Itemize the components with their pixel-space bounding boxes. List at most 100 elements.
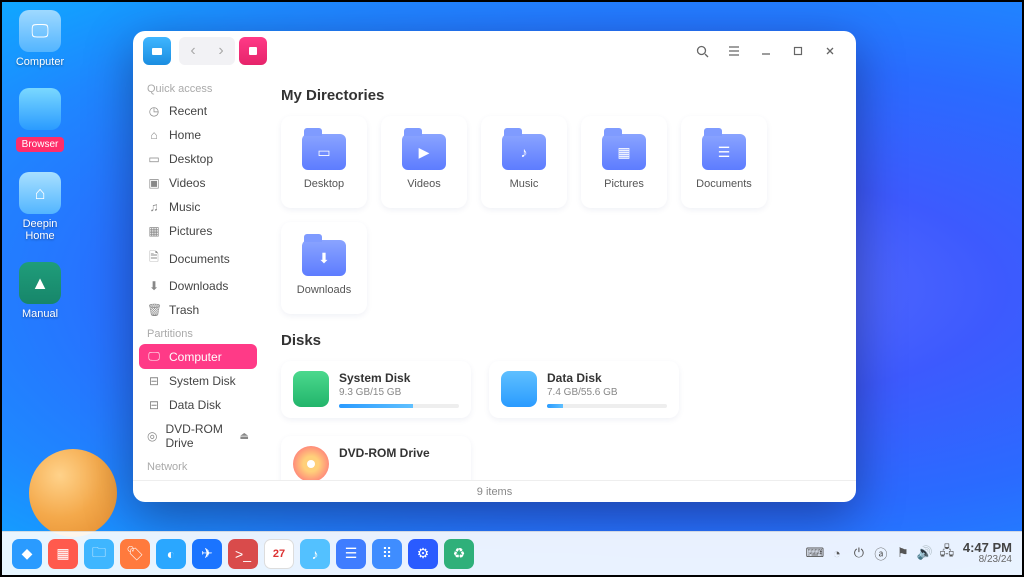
clock-date: 8/23/24	[963, 555, 1012, 566]
taskbar: ◆▦🗀🏷◐✈>_27♪☰⠿⚙♻ ⌨ ◔ ⏻ ⓐ ⚑ 🔊 🖧 4:47 PM 8/23/24	[2, 531, 1022, 575]
notify-icon[interactable]: ⚑	[895, 545, 911, 561]
close-button[interactable]	[814, 35, 846, 67]
main-content: My Directories ▭Desktop▶Videos♪Music▦Pic…	[263, 71, 856, 480]
data-disk-icon: ⊟	[147, 398, 161, 412]
sidebar-item-pictures[interactable]: ▦Pictures	[139, 219, 257, 243]
keyboard-icon[interactable]: ⌨	[807, 545, 823, 561]
accessibility-icon[interactable]: ⓐ	[873, 545, 889, 561]
dir-card-videos[interactable]: ▶Videos	[381, 116, 467, 208]
folder-icon: ▭	[302, 134, 346, 170]
taskbar-app-browser[interactable]: ◐	[156, 539, 186, 569]
maximize-button[interactable]	[782, 35, 814, 67]
network-icon[interactable]: 🖧	[939, 545, 955, 561]
sidebar-item-label: Videos	[169, 176, 205, 190]
section-header-disks: Disks	[281, 332, 838, 349]
disk-label: Data Disk	[547, 371, 667, 385]
sidebar-item-videos[interactable]: ▣ Videos	[139, 171, 257, 195]
back-button[interactable]: ‹	[179, 37, 207, 65]
taskbar-app-launcher[interactable]: ◆	[12, 539, 42, 569]
taskbar-app-recycle[interactable]: ♻	[444, 539, 474, 569]
sidebar-item-music[interactable]: ♫ Music	[139, 195, 257, 219]
desktop-icon-browser[interactable]: Browser	[8, 88, 72, 152]
dir-card-desktop[interactable]: ▭Desktop	[281, 116, 367, 208]
app-icon[interactable]	[143, 37, 171, 65]
clock-icon[interactable]: ◔	[829, 545, 845, 561]
taskbar-app-apps[interactable]: ⠿	[372, 539, 402, 569]
computer-icon: 🖵	[19, 10, 61, 52]
disk-size: 7.4 GB/55.6 GB	[547, 387, 667, 398]
dir-label: Documents	[696, 178, 752, 190]
taskbar-app-multitask[interactable]: ▦	[48, 539, 78, 569]
sidebar-item-trash[interactable]: 🗑Trash	[139, 298, 257, 322]
taskbar-apps: ◆▦🗀🏷◐✈>_27♪☰⠿⚙♻	[12, 539, 474, 569]
taskbar-app-files[interactable]: 🗀	[84, 539, 114, 569]
desktop-icon-computer[interactable]: 🖵Computer	[8, 10, 72, 68]
disks-grid: System Disk9.3 GB/15 GB Data Disk 7.4 GB/5…	[281, 361, 838, 480]
folder-icon: ⬇	[302, 240, 346, 276]
desktop-icon-manual[interactable]: ▲Manual	[8, 262, 72, 320]
disk-usage-bar	[339, 404, 459, 408]
sidebar-item-label: Pictures	[169, 224, 212, 238]
directories-grid: ▭Desktop▶Videos♪Music▦Pictures☰Documents…	[281, 116, 838, 314]
dir-card-pictures[interactable]: ▦Pictures	[581, 116, 667, 208]
computer-icon: 🖵	[147, 349, 161, 364]
forward-button[interactable]: ›	[207, 37, 235, 65]
sidebar-item-downloads[interactable]: ⬇Downloads	[139, 274, 257, 298]
taskbar-app-notes[interactable]: ☰	[336, 539, 366, 569]
sidebar-item-desktop[interactable]: ▭Desktop	[139, 147, 257, 171]
desktop-icon-deepin-home[interactable]: ⌂Deepin Home	[8, 172, 72, 242]
sidebar-item-documents[interactable]: 🗎 Documents	[139, 243, 257, 274]
sidebar-item-label: Music	[169, 200, 200, 214]
volume-icon[interactable]: 🔊	[917, 545, 933, 561]
recent-icon: ◷	[147, 104, 161, 118]
disk-card-dvd-rom-drive[interactable]: DVD-ROM Drive	[281, 436, 471, 480]
taskbar-app-terminal[interactable]: >_	[228, 539, 258, 569]
dir-card-downloads[interactable]: ⬇Downloads	[281, 222, 367, 314]
taskbar-app-settings[interactable]: ⚙	[408, 539, 438, 569]
sidebar-item-label: Trash	[169, 303, 199, 317]
decoration-ball	[29, 449, 117, 537]
clock[interactable]: 4:47 PM 8/23/24	[963, 541, 1012, 565]
disk-card-system-disk[interactable]: System Disk9.3 GB/15 GB	[281, 361, 471, 418]
minimize-button[interactable]	[750, 35, 782, 67]
sidebar-item-label: Data Disk	[169, 398, 221, 412]
dir-label: Pictures	[604, 178, 644, 190]
sidebar-item-dvd-rom[interactable]: ◎DVD-ROM Drive⏏	[139, 417, 257, 455]
taskbar-app-music-app[interactable]: ♪	[300, 539, 330, 569]
taskbar-app-tag[interactable]: 🏷	[120, 539, 150, 569]
dir-card-music[interactable]: ♪Music	[481, 116, 567, 208]
home-icon: ⌂	[147, 128, 161, 142]
dir-label: Music	[510, 178, 539, 190]
taskbar-app-mail[interactable]: ✈	[192, 539, 222, 569]
eject-icon[interactable]: ⏏	[240, 431, 249, 442]
dir-card-documents[interactable]: ☰Documents	[681, 116, 767, 208]
sidebar-item-data-disk[interactable]: ⊟ Data Disk	[139, 393, 257, 417]
desktop-label: Manual	[8, 308, 72, 320]
music-icon: ♫	[147, 200, 161, 214]
sidebar-item-computer[interactable]: 🖵Computer	[139, 344, 257, 369]
search-icon[interactable]	[686, 35, 718, 67]
sidebar-header: Quick access	[139, 77, 257, 99]
dvd-rom-icon: ◎	[147, 429, 157, 443]
downloads-icon: ⬇	[147, 279, 161, 293]
section-header-directories: My Directories	[281, 87, 838, 104]
power-icon[interactable]: ⏻	[851, 545, 867, 561]
nav-group: ‹ ›	[179, 37, 235, 65]
status-text: 9 items	[477, 486, 512, 498]
sidebar-item-system-disk[interactable]: ⊟System Disk	[139, 369, 257, 393]
sidebar-header: Partitions	[139, 322, 257, 344]
sidebar-item-home[interactable]: ⌂Home	[139, 123, 257, 147]
folder-icon: ▶	[402, 134, 446, 170]
videos-icon: ▣	[147, 176, 161, 190]
documents-icon: 🗎	[147, 248, 161, 269]
menu-icon[interactable]	[718, 35, 750, 67]
disk-label: DVD-ROM Drive	[339, 446, 459, 460]
taskbar-app-calendar[interactable]: 27	[264, 539, 294, 569]
view-mode-button[interactable]	[239, 37, 267, 65]
desktop-label: Browser	[16, 137, 65, 152]
disk-card-data-disk[interactable]: Data Disk 7.4 GB/55.6 GB	[489, 361, 679, 418]
sidebar-item-label: Documents	[169, 252, 230, 266]
sidebar-item-label: System Disk	[169, 374, 236, 388]
sidebar-item-recent[interactable]: ◷Recent	[139, 99, 257, 123]
disk-label: System Disk	[339, 371, 459, 385]
